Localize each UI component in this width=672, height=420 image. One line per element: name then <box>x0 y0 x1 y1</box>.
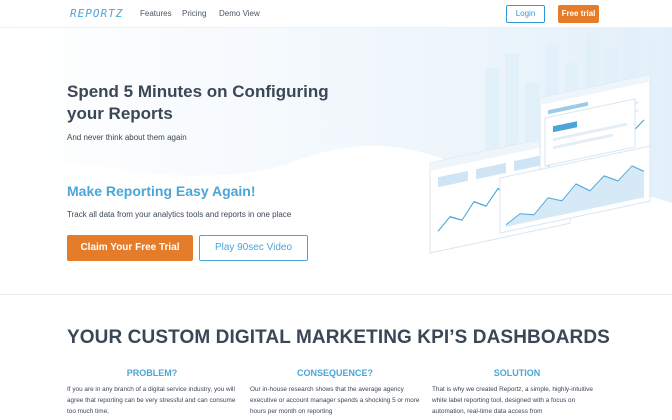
claim-free-trial-button[interactable]: Claim Your Free Trial <box>67 235 193 261</box>
section-title: YOUR CUSTOM DIGITAL MARKETING KPI’S DASH… <box>67 327 610 348</box>
tagline: Make Reporting Easy Again! <box>67 183 256 199</box>
consequence-heading: CONSEQUENCE? <box>296 368 373 378</box>
section-divider <box>0 294 672 295</box>
consequence-text: Our in-house research shows that the ave… <box>250 386 420 415</box>
free-trial-button[interactable]: Free trial <box>558 5 599 23</box>
solution-text: That is why we created Reportz, a simple… <box>432 386 593 415</box>
reportz-logo[interactable]: REPORTZ <box>70 7 123 20</box>
nav-link-pricing[interactable]: Pricing <box>182 9 206 18</box>
nav-link-features[interactable]: Features <box>140 9 172 18</box>
problem-text: If you are in any branch of a digital se… <box>67 386 236 415</box>
login-button[interactable]: Login <box>506 5 545 23</box>
top-navigation: REPORTZ Features Pricing Demo View Login… <box>0 0 672 28</box>
nav-link-demo-view[interactable]: Demo View <box>219 9 260 18</box>
tagline-subtext: Track all data from your analytics tools… <box>67 210 292 219</box>
hero-subtitle: And never think about them again <box>67 133 187 142</box>
solution-heading: SOLUTION <box>493 368 541 378</box>
hero-title: Spend 5 Minutes on Configuring your Repo… <box>67 82 329 123</box>
play-video-button[interactable]: Play 90sec Video <box>199 235 308 261</box>
problem-heading: PROBLEM? <box>126 368 178 378</box>
